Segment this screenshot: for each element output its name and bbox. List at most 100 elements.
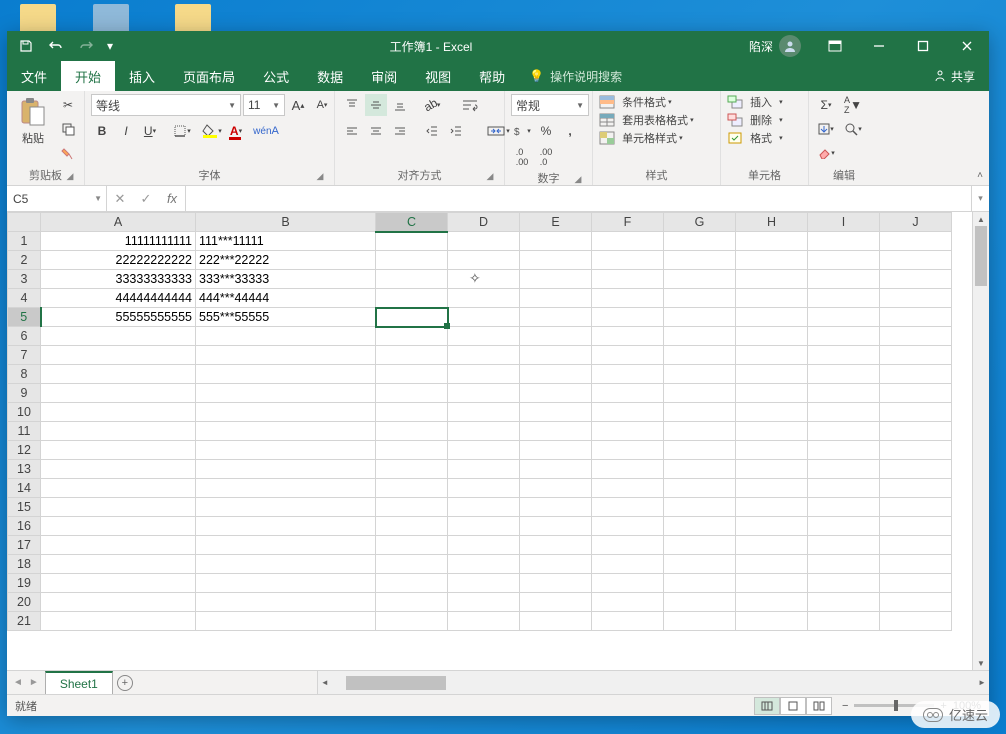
scroll-up-button[interactable]: ▲: [973, 212, 989, 226]
row-header-17[interactable]: 17: [8, 536, 41, 555]
cell-A21[interactable]: [41, 612, 196, 631]
cell-E10[interactable]: [520, 403, 592, 422]
cell-J9[interactable]: [880, 384, 952, 403]
cell-A12[interactable]: [41, 441, 196, 460]
dialog-launcher-icon[interactable]: ◢: [484, 171, 496, 183]
cell-C8[interactable]: [376, 365, 448, 384]
cell-F16[interactable]: [592, 517, 664, 536]
cell-I9[interactable]: [808, 384, 880, 403]
cell-I17[interactable]: [808, 536, 880, 555]
cell-I2[interactable]: [808, 251, 880, 270]
cell-A10[interactable]: [41, 403, 196, 422]
cell-D15[interactable]: [448, 498, 520, 517]
cell-H10[interactable]: [736, 403, 808, 422]
cell-I14[interactable]: [808, 479, 880, 498]
undo-button[interactable]: [43, 34, 69, 58]
cell-I7[interactable]: [808, 346, 880, 365]
formula-input[interactable]: [186, 186, 971, 211]
row-header-13[interactable]: 13: [8, 460, 41, 479]
qat-customize-button[interactable]: ▾: [103, 34, 117, 58]
row-header-19[interactable]: 19: [8, 574, 41, 593]
cell-B5[interactable]: 555***55555: [196, 308, 376, 327]
confirm-edit-button[interactable]: ✓: [133, 186, 159, 211]
cell-G5[interactable]: [664, 308, 736, 327]
minimize-button[interactable]: [859, 32, 899, 60]
format-cells-button[interactable]: 格式 ▾: [727, 130, 783, 146]
cell-C4[interactable]: [376, 289, 448, 308]
select-all-corner[interactable]: [8, 213, 41, 232]
cell-I11[interactable]: [808, 422, 880, 441]
zoom-out-button[interactable]: −: [842, 700, 848, 712]
increase-indent-button[interactable]: [445, 120, 467, 142]
border-button[interactable]: ▾: [171, 120, 193, 142]
format-as-table-button[interactable]: 套用表格格式▾: [599, 112, 694, 128]
cell-D7[interactable]: [448, 346, 520, 365]
scroll-right-button[interactable]: ►: [975, 678, 989, 687]
cell-I19[interactable]: [808, 574, 880, 593]
cell-I6[interactable]: [808, 327, 880, 346]
column-header-B[interactable]: B: [196, 213, 376, 232]
row-header-18[interactable]: 18: [8, 555, 41, 574]
cell-B21[interactable]: [196, 612, 376, 631]
column-header-D[interactable]: D: [448, 213, 520, 232]
cell-G19[interactable]: [664, 574, 736, 593]
cell-I5[interactable]: [808, 308, 880, 327]
name-box[interactable]: C5▼: [7, 186, 107, 211]
cell-C1[interactable]: [376, 232, 448, 251]
row-header-1[interactable]: 1: [8, 232, 41, 251]
redo-button[interactable]: [73, 34, 99, 58]
cell-J10[interactable]: [880, 403, 952, 422]
cell-J21[interactable]: [880, 612, 952, 631]
cell-G14[interactable]: [664, 479, 736, 498]
cell-F21[interactable]: [592, 612, 664, 631]
increase-font-button[interactable]: A▴: [287, 94, 309, 116]
page-break-view-button[interactable]: [806, 697, 832, 715]
cell-E4[interactable]: [520, 289, 592, 308]
cell-B12[interactable]: [196, 441, 376, 460]
cell-G12[interactable]: [664, 441, 736, 460]
cell-F5[interactable]: [592, 308, 664, 327]
cell-G2[interactable]: [664, 251, 736, 270]
cell-E20[interactable]: [520, 593, 592, 612]
clear-button[interactable]: ▾: [815, 142, 837, 164]
cell-H7[interactable]: [736, 346, 808, 365]
cell-C17[interactable]: [376, 536, 448, 555]
cell-G21[interactable]: [664, 612, 736, 631]
cell-I13[interactable]: [808, 460, 880, 479]
row-header-16[interactable]: 16: [8, 517, 41, 536]
cell-J7[interactable]: [880, 346, 952, 365]
row-header-6[interactable]: 6: [8, 327, 41, 346]
cell-G8[interactable]: [664, 365, 736, 384]
cell-J19[interactable]: [880, 574, 952, 593]
phonetic-guide-button[interactable]: wénA: [255, 120, 277, 142]
bold-button[interactable]: B: [91, 120, 113, 142]
user-account[interactable]: 陷深: [739, 35, 811, 57]
cell-F15[interactable]: [592, 498, 664, 517]
scroll-down-button[interactable]: ▼: [973, 656, 989, 670]
tab-review[interactable]: 审阅: [357, 61, 411, 91]
insert-cells-button[interactable]: 插入 ▾: [727, 94, 783, 110]
format-painter-button[interactable]: [57, 142, 79, 164]
column-header-H[interactable]: H: [736, 213, 808, 232]
row-header-21[interactable]: 21: [8, 612, 41, 631]
cell-J6[interactable]: [880, 327, 952, 346]
row-header-11[interactable]: 11: [8, 422, 41, 441]
cell-B19[interactable]: [196, 574, 376, 593]
cell-G10[interactable]: [664, 403, 736, 422]
delete-cells-button[interactable]: 删除 ▾: [727, 112, 783, 128]
italic-button[interactable]: I: [115, 120, 137, 142]
cell-F13[interactable]: [592, 460, 664, 479]
tab-data[interactable]: 数据: [303, 61, 357, 91]
cell-E21[interactable]: [520, 612, 592, 631]
cut-button[interactable]: ✂: [57, 94, 79, 116]
cell-G17[interactable]: [664, 536, 736, 555]
cell-I8[interactable]: [808, 365, 880, 384]
cell-B17[interactable]: [196, 536, 376, 555]
tab-scroll-right-button[interactable]: ►: [29, 677, 39, 688]
cell-G3[interactable]: [664, 270, 736, 289]
cell-D9[interactable]: [448, 384, 520, 403]
cell-B1[interactable]: 111***11111: [196, 232, 376, 251]
cell-D19[interactable]: [448, 574, 520, 593]
cell-E9[interactable]: [520, 384, 592, 403]
cell-G13[interactable]: [664, 460, 736, 479]
